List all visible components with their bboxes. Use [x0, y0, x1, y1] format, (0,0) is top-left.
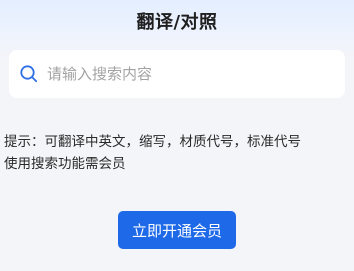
hint-line-2: 使用搜索功能需会员 — [4, 156, 126, 172]
page-title: 翻译/对照 — [136, 12, 218, 33]
search-icon — [19, 64, 39, 84]
open-membership-button[interactable]: 立即开通会员 — [118, 211, 236, 249]
hint-text: 提示：可翻译中英文，缩写，材质代号，标准代号 使用搜索功能需会员 — [4, 131, 350, 175]
search-box[interactable] — [9, 50, 345, 98]
translate-page: 翻译/对照 提示：可翻译中英文，缩写，材质代号，标准代号 使用搜索功能需会员 立… — [0, 0, 354, 271]
search-input[interactable] — [47, 65, 317, 83]
page-header: 翻译/对照 — [0, 0, 354, 42]
hint-line-1: 提示：可翻译中英文，缩写，材质代号，标准代号 — [4, 134, 301, 150]
